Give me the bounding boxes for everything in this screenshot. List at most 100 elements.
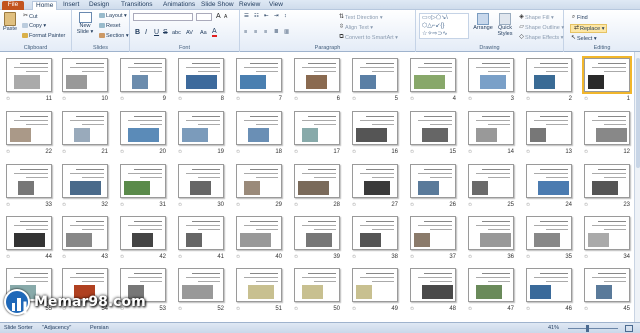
slide-thumbnail[interactable] — [352, 111, 398, 145]
tab-transitions[interactable]: Transitions — [118, 1, 156, 10]
transition-star-icon[interactable]: ✩ — [468, 96, 472, 102]
layout-button[interactable]: Layout ▾ — [99, 13, 127, 19]
find-button[interactable]: ⌕ Find — [570, 14, 588, 21]
transition-star-icon[interactable]: ✩ — [120, 149, 124, 155]
transition-star-icon[interactable]: ✩ — [410, 149, 414, 155]
transition-star-icon[interactable]: ✩ — [584, 202, 588, 208]
transition-star-icon[interactable]: ✩ — [468, 149, 472, 155]
transition-star-icon[interactable]: ✩ — [526, 96, 530, 102]
transition-star-icon[interactable]: ✩ — [178, 254, 182, 260]
transition-star-icon[interactable]: ✩ — [62, 254, 66, 260]
text-direction-button[interactable]: ⇅Text Direction ▾ — [338, 14, 383, 21]
transition-star-icon[interactable]: ✩ — [6, 202, 10, 208]
change-case-button[interactable]: Aa — [200, 30, 207, 36]
tab-review[interactable]: Review — [236, 1, 263, 10]
slide-thumbnail[interactable] — [6, 111, 52, 145]
zoom-level[interactable]: 41% — [548, 325, 559, 331]
transition-star-icon[interactable]: ✩ — [352, 149, 356, 155]
slide-thumbnail[interactable] — [178, 58, 224, 92]
strikethrough-button[interactable]: S — [163, 29, 168, 36]
transition-star-icon[interactable]: ✩ — [6, 254, 10, 260]
slide-thumbnail[interactable] — [62, 111, 108, 145]
zoom-slider[interactable] — [568, 328, 618, 329]
slide-thumbnail[interactable] — [526, 58, 572, 92]
transition-star-icon[interactable]: ✩ — [410, 96, 414, 102]
slide-thumbnail[interactable] — [236, 216, 282, 250]
slide-thumbnail[interactable] — [6, 216, 52, 250]
cut-button[interactable]: ✂Cut — [22, 13, 38, 20]
justify-icon[interactable]: ≣ — [274, 29, 279, 35]
transition-star-icon[interactable]: ✩ — [294, 96, 298, 102]
new-slide-button[interactable]: New Slide ▾ — [74, 12, 96, 35]
transition-star-icon[interactable]: ✩ — [410, 254, 414, 260]
shape-outline-button[interactable]: ▱Shape Outline ▾ — [518, 24, 564, 31]
line-spacing-icon[interactable]: ↕ — [284, 13, 287, 19]
slide-thumbnail[interactable] — [584, 111, 630, 145]
transition-star-icon[interactable]: ✩ — [410, 306, 414, 312]
slide-thumbnail[interactable] — [410, 111, 456, 145]
transition-star-icon[interactable]: ✩ — [236, 96, 240, 102]
transition-star-icon[interactable]: ✩ — [120, 96, 124, 102]
slide-thumbnail[interactable] — [6, 58, 52, 92]
quick-styles-button[interactable]: Quick Styles — [494, 13, 516, 37]
bold-button[interactable]: B — [135, 29, 140, 36]
transition-star-icon[interactable]: ✩ — [178, 306, 182, 312]
slide-thumbnail[interactable] — [62, 164, 108, 198]
transition-star-icon[interactable]: ✩ — [178, 149, 182, 155]
transition-star-icon[interactable]: ✩ — [294, 202, 298, 208]
slide-thumbnail[interactable] — [120, 164, 166, 198]
transition-star-icon[interactable]: ✩ — [120, 202, 124, 208]
transition-star-icon[interactable]: ✩ — [352, 254, 356, 260]
shape-fill-button[interactable]: ◈Shape Fill ▾ — [518, 14, 554, 21]
slide-thumbnail[interactable] — [236, 164, 282, 198]
scrollbar-thumb[interactable] — [636, 58, 640, 168]
slide-thumbnail[interactable] — [468, 164, 514, 198]
font-color-button[interactable]: A — [212, 28, 217, 37]
underline-button[interactable]: U — [154, 29, 159, 36]
align-text-button[interactable]: ⇳Align Text ▾ — [338, 24, 373, 31]
transition-star-icon[interactable]: ✩ — [120, 254, 124, 260]
slide-thumbnail[interactable] — [178, 216, 224, 250]
language-indicator[interactable]: Persian — [90, 325, 109, 331]
transition-star-icon[interactable]: ✩ — [584, 96, 588, 102]
transition-star-icon[interactable]: ✩ — [410, 202, 414, 208]
decrease-indent-icon[interactable]: ⇤ — [264, 13, 269, 19]
fit-window-icon[interactable] — [625, 325, 633, 332]
slide-thumbnail[interactable] — [62, 58, 108, 92]
transition-star-icon[interactable]: ✩ — [236, 202, 240, 208]
transition-star-icon[interactable]: ✩ — [468, 202, 472, 208]
slide-thumbnail[interactable] — [526, 164, 572, 198]
font-name-box[interactable] — [133, 13, 193, 21]
arrange-button[interactable]: Arrange — [472, 13, 494, 31]
transition-star-icon[interactable]: ✩ — [468, 254, 472, 260]
align-center-icon[interactable]: ≡ — [254, 29, 257, 35]
format-painter-button[interactable]: Format Painter — [22, 33, 65, 39]
slide-sorter[interactable]: 1 ✩ 2 ✩ 3 ✩ 4 ✩ 5 ✩ 6 ✩ 7 ✩ 8 ✩ 9 ✩ 10 ✩ 11 ✩ 12 ✩ 13 ✩ 14 ✩ 15 ✩ 16 ✩ 1… — [0, 52, 634, 322]
paste-button[interactable]: Paste — [2, 12, 18, 32]
slide-thumbnail[interactable] — [62, 216, 108, 250]
slide-thumbnail[interactable] — [584, 216, 630, 250]
shrink-font-icon[interactable]: A — [224, 14, 227, 20]
tab-design[interactable]: Design — [86, 1, 112, 10]
slide-thumbnail[interactable] — [294, 268, 340, 302]
transition-star-icon[interactable]: ✩ — [6, 96, 10, 102]
transition-star-icon[interactable]: ✩ — [352, 202, 356, 208]
grow-font-icon[interactable]: A — [216, 13, 221, 20]
slide-thumbnail[interactable] — [582, 56, 632, 94]
slide-thumbnail[interactable] — [294, 58, 340, 92]
slide-thumbnail[interactable] — [6, 164, 52, 198]
replace-button[interactable]: ⇄Replace ▾ — [570, 24, 608, 33]
slide-thumbnail[interactable] — [468, 216, 514, 250]
increase-indent-icon[interactable]: ⇥ — [274, 13, 279, 19]
slide-thumbnail[interactable] — [294, 164, 340, 198]
reset-button[interactable]: Reset — [99, 23, 120, 29]
slide-thumbnail[interactable] — [236, 58, 282, 92]
slide-thumbnail[interactable] — [468, 58, 514, 92]
transition-star-icon[interactable]: ✩ — [62, 96, 66, 102]
slide-thumbnail[interactable] — [294, 216, 340, 250]
tab-file[interactable]: File — [2, 1, 24, 10]
slide-thumbnail[interactable] — [526, 111, 572, 145]
theme-name[interactable]: "Adjacency" — [42, 325, 71, 331]
select-button[interactable]: ↖Select ▾ — [570, 35, 597, 42]
slide-thumbnail[interactable] — [584, 164, 630, 198]
